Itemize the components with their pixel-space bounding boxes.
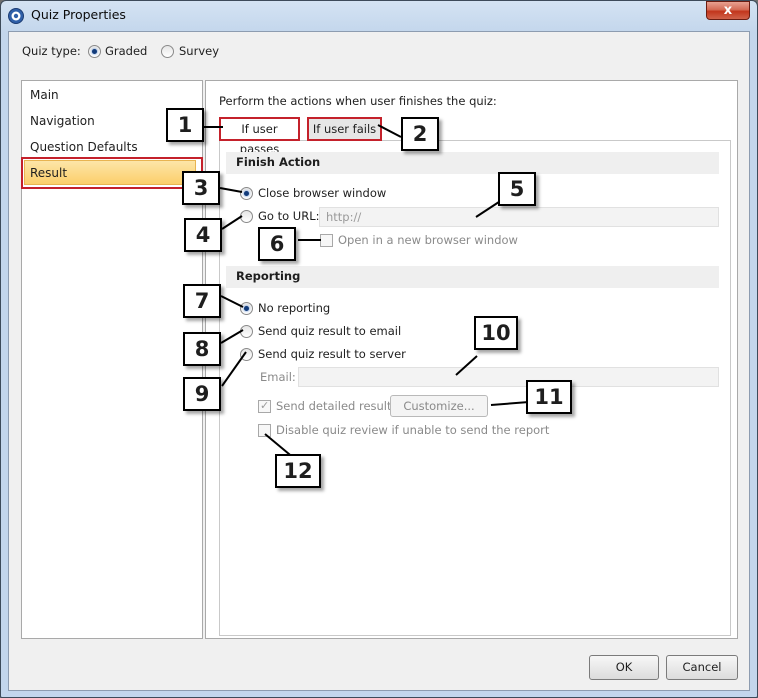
- callout-1: 1: [166, 108, 204, 142]
- callout-9: 9: [183, 377, 221, 411]
- tab-passes-label: If user passes: [239, 122, 280, 156]
- customize-button[interactable]: Customize...: [390, 395, 488, 417]
- go-to-url-label[interactable]: Go to URL:: [258, 209, 320, 223]
- tab-if-user-fails[interactable]: If user fails: [307, 117, 382, 141]
- graded-radio[interactable]: [88, 45, 101, 58]
- close-browser-radio[interactable]: [240, 187, 253, 200]
- callout-12: 12: [275, 454, 321, 488]
- window-title: Quiz Properties: [31, 7, 126, 22]
- send-server-radio[interactable]: [240, 348, 253, 361]
- callout-6: 6: [258, 227, 296, 261]
- close-button[interactable]: x: [706, 1, 750, 20]
- open-new-window-label[interactable]: Open in a new browser window: [338, 233, 518, 247]
- send-email-radio[interactable]: [240, 325, 253, 338]
- tab-if-user-passes[interactable]: If user passes: [219, 117, 300, 156]
- gear-icon: [8, 8, 24, 24]
- callout-7: 7: [183, 284, 221, 318]
- nav-item-question-defaults[interactable]: Question Defaults: [30, 140, 138, 154]
- finish-action-header: Finish Action: [226, 152, 719, 174]
- send-email-label[interactable]: Send quiz result to email: [258, 324, 401, 338]
- send-server-label[interactable]: Send quiz result to server: [258, 347, 406, 361]
- open-new-window-checkbox[interactable]: [320, 234, 333, 247]
- disable-review-label[interactable]: Disable quiz review if unable to send th…: [276, 423, 549, 437]
- quiz-type-label: Quiz type:: [22, 44, 81, 58]
- callout-3: 3: [182, 171, 220, 205]
- nav-item-result-label[interactable]: Result: [30, 166, 67, 180]
- reporting-header: Reporting: [226, 266, 719, 288]
- send-detailed-label[interactable]: Send detailed results: [276, 399, 398, 413]
- disable-review-checkbox[interactable]: [258, 424, 271, 437]
- instruction-text: Perform the actions when user finishes t…: [219, 94, 497, 108]
- callout-8: 8: [183, 332, 221, 366]
- survey-label[interactable]: Survey: [179, 44, 219, 58]
- email-input[interactable]: [298, 367, 719, 387]
- callout-4: 4: [184, 218, 222, 252]
- no-reporting-label[interactable]: No reporting: [258, 301, 330, 315]
- url-input[interactable]: http://: [319, 207, 719, 227]
- go-to-url-radio[interactable]: [240, 210, 253, 223]
- close-icon: x: [723, 3, 733, 18]
- nav-item-main[interactable]: Main: [30, 88, 59, 102]
- callout-5: 5: [498, 172, 536, 206]
- send-detailed-checkbox[interactable]: [258, 399, 271, 413]
- ok-button[interactable]: OK: [589, 655, 659, 680]
- no-reporting-radio[interactable]: [240, 302, 253, 315]
- email-label: Email:: [260, 370, 296, 384]
- graded-label[interactable]: Graded: [105, 44, 147, 58]
- callout-10: 10: [474, 316, 518, 350]
- cancel-button[interactable]: Cancel: [666, 655, 738, 680]
- callout-2: 2: [401, 117, 439, 151]
- close-browser-label[interactable]: Close browser window: [258, 186, 386, 200]
- survey-radio[interactable]: [161, 45, 174, 58]
- callout-11: 11: [526, 380, 572, 414]
- tab-fails-label: If user fails: [312, 122, 377, 136]
- title-bar[interactable]: Quiz Properties: [1, 1, 757, 30]
- nav-item-navigation[interactable]: Navigation: [30, 114, 95, 128]
